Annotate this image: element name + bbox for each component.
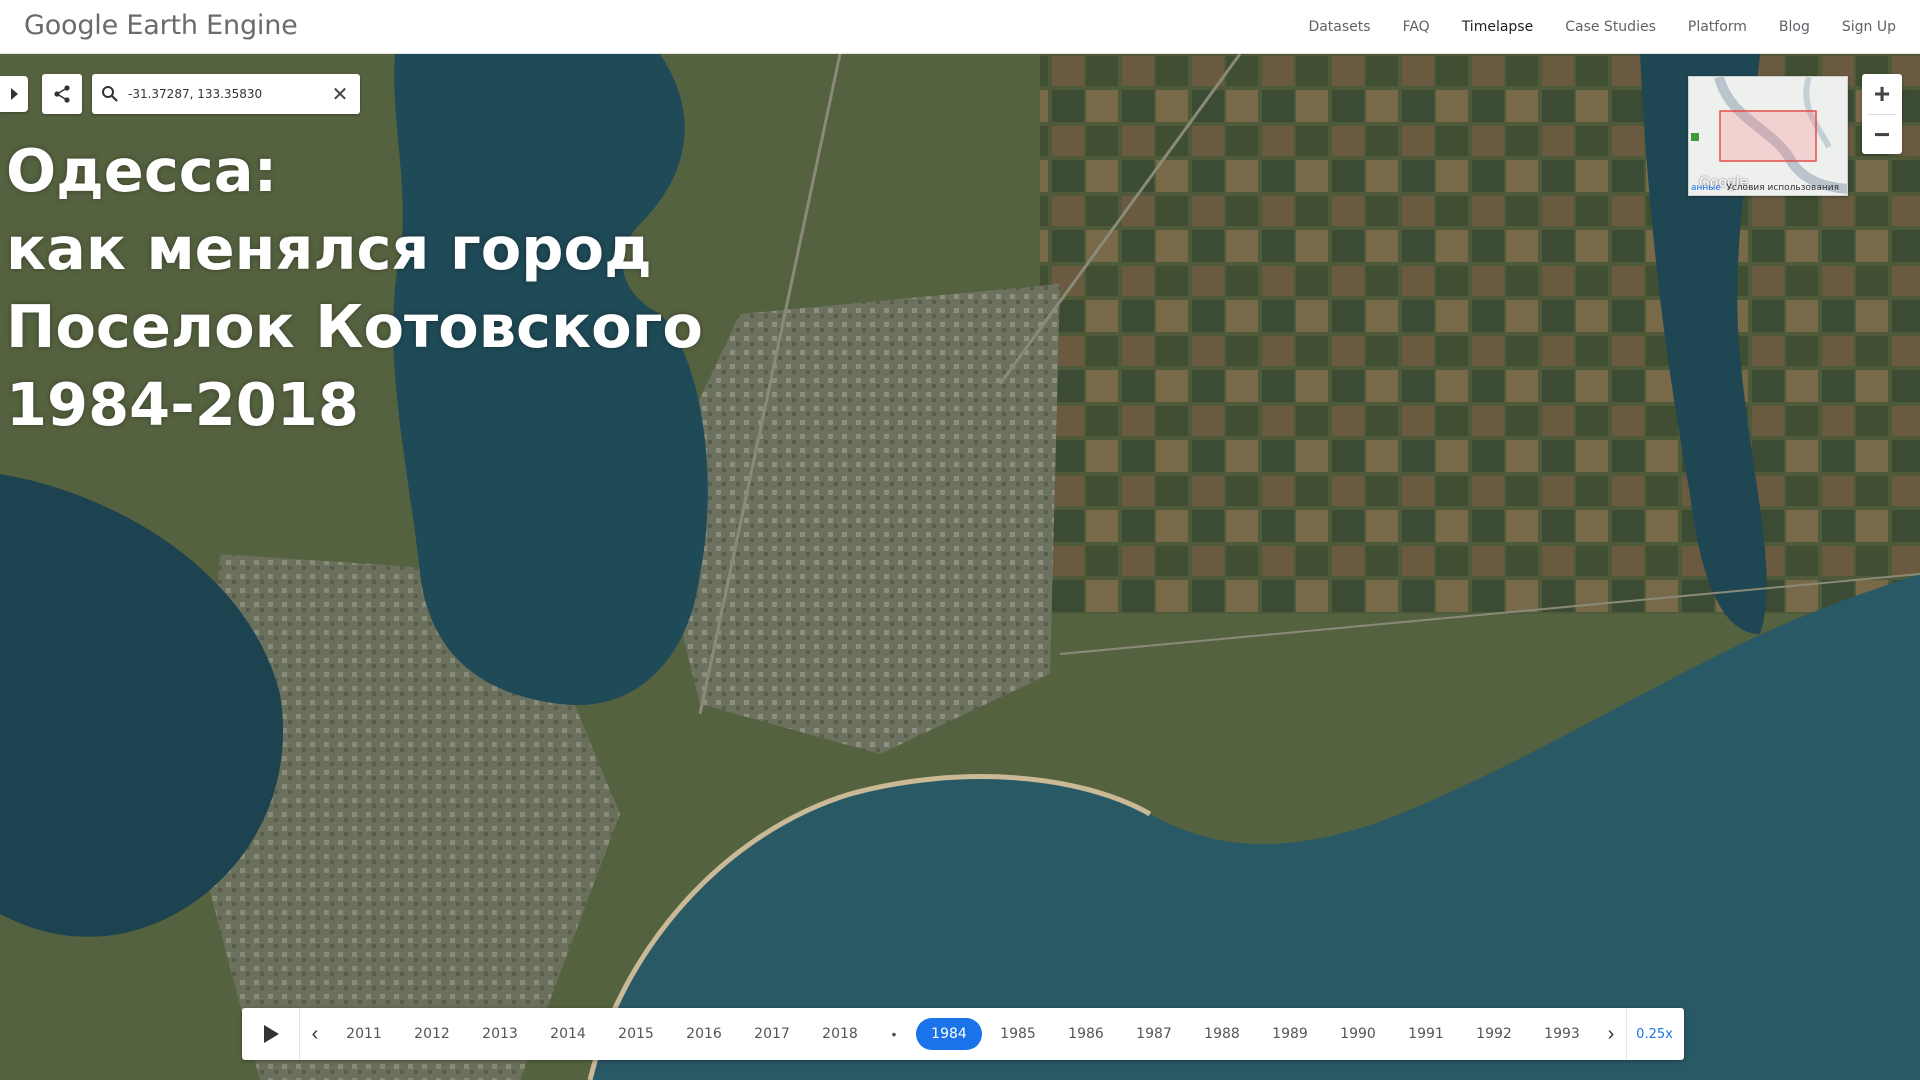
location-search: ✕ — [92, 74, 360, 114]
search-icon — [92, 74, 128, 114]
side-panel-toggle-button[interactable] — [0, 76, 28, 112]
overlay-line-3: Поселок Котовского — [6, 292, 703, 361]
timeline-separator: • — [891, 1026, 897, 1042]
overlay-line-1: Одесса: — [6, 136, 278, 205]
play-button[interactable] — [242, 1008, 300, 1060]
nav-blog[interactable]: Blog — [1779, 19, 1810, 35]
year-1988[interactable]: 1988 — [1188, 1026, 1256, 1042]
play-icon — [263, 1025, 279, 1043]
year-1992[interactable]: 1992 — [1460, 1026, 1528, 1042]
zoom-in-button[interactable]: + — [1862, 74, 1902, 114]
timeline-next-button[interactable]: › — [1596, 1008, 1626, 1060]
year-1984-selected[interactable]: 1984 — [916, 1018, 982, 1050]
nav-faq[interactable]: FAQ — [1403, 19, 1430, 35]
year-2016[interactable]: 2016 — [670, 1026, 738, 1042]
share-button[interactable] — [42, 74, 82, 114]
overview-minimap[interactable]: Google анные Условия использования — [1688, 76, 1848, 196]
year-2014[interactable]: 2014 — [534, 1026, 602, 1042]
playback-speed-button[interactable]: 0.25x — [1626, 1008, 1682, 1060]
year-list: 2011 2012 2013 2014 2015 2016 2017 2018 … — [330, 1008, 1596, 1060]
chevron-left-icon: ‹ — [311, 1022, 319, 1045]
timeline-prev-button[interactable]: ‹ — [300, 1008, 330, 1060]
year-2017[interactable]: 2017 — [738, 1026, 806, 1042]
year-2015[interactable]: 2015 — [602, 1026, 670, 1042]
nav-sign-up[interactable]: Sign Up — [1842, 19, 1896, 35]
year-1986[interactable]: 1986 — [1052, 1026, 1120, 1042]
year-1987[interactable]: 1987 — [1120, 1026, 1188, 1042]
year-2018[interactable]: 2018 — [806, 1026, 874, 1042]
nav-platform[interactable]: Platform — [1688, 19, 1747, 35]
chevron-right-icon: › — [1607, 1022, 1615, 1045]
minimap-terms-link[interactable]: Условия использования — [1726, 183, 1839, 193]
overlay-line-2: как менялся город — [6, 214, 652, 283]
year-2013[interactable]: 2013 — [466, 1026, 534, 1042]
timelapse-timeline: ‹ 2011 2012 2013 2014 2015 2016 2017 201… — [242, 1008, 1684, 1060]
minimap-data-link[interactable]: анные — [1691, 183, 1721, 193]
year-2012[interactable]: 2012 — [398, 1026, 466, 1042]
nav-datasets[interactable]: Datasets — [1308, 19, 1370, 35]
nav-timelapse[interactable]: Timelapse — [1462, 19, 1534, 35]
overlay-title: Одесса: как менялся город Поселок Котовс… — [6, 132, 703, 444]
overlay-line-4: 1984-2018 — [6, 370, 359, 439]
year-1985[interactable]: 1985 — [984, 1026, 1052, 1042]
top-nav: Datasets FAQ Timelapse Case Studies Plat… — [1276, 0, 1896, 54]
app-header: Google Earth Engine Datasets FAQ Timelap… — [0, 0, 1920, 54]
expand-arrow-icon — [10, 88, 18, 100]
clear-search-icon[interactable]: ✕ — [324, 74, 356, 114]
year-2011[interactable]: 2011 — [330, 1026, 398, 1042]
search-input[interactable] — [128, 87, 324, 101]
zoom-controls: + − — [1862, 74, 1902, 154]
year-1993[interactable]: 1993 — [1528, 1026, 1596, 1042]
google-earth-engine-logo[interactable]: Google Earth Engine — [24, 10, 298, 41]
year-1989[interactable]: 1989 — [1256, 1026, 1324, 1042]
year-1991[interactable]: 1991 — [1392, 1026, 1460, 1042]
share-icon — [54, 85, 70, 103]
year-1990[interactable]: 1990 — [1324, 1026, 1392, 1042]
nav-case-studies[interactable]: Case Studies — [1565, 19, 1656, 35]
zoom-out-button[interactable]: − — [1862, 115, 1902, 155]
